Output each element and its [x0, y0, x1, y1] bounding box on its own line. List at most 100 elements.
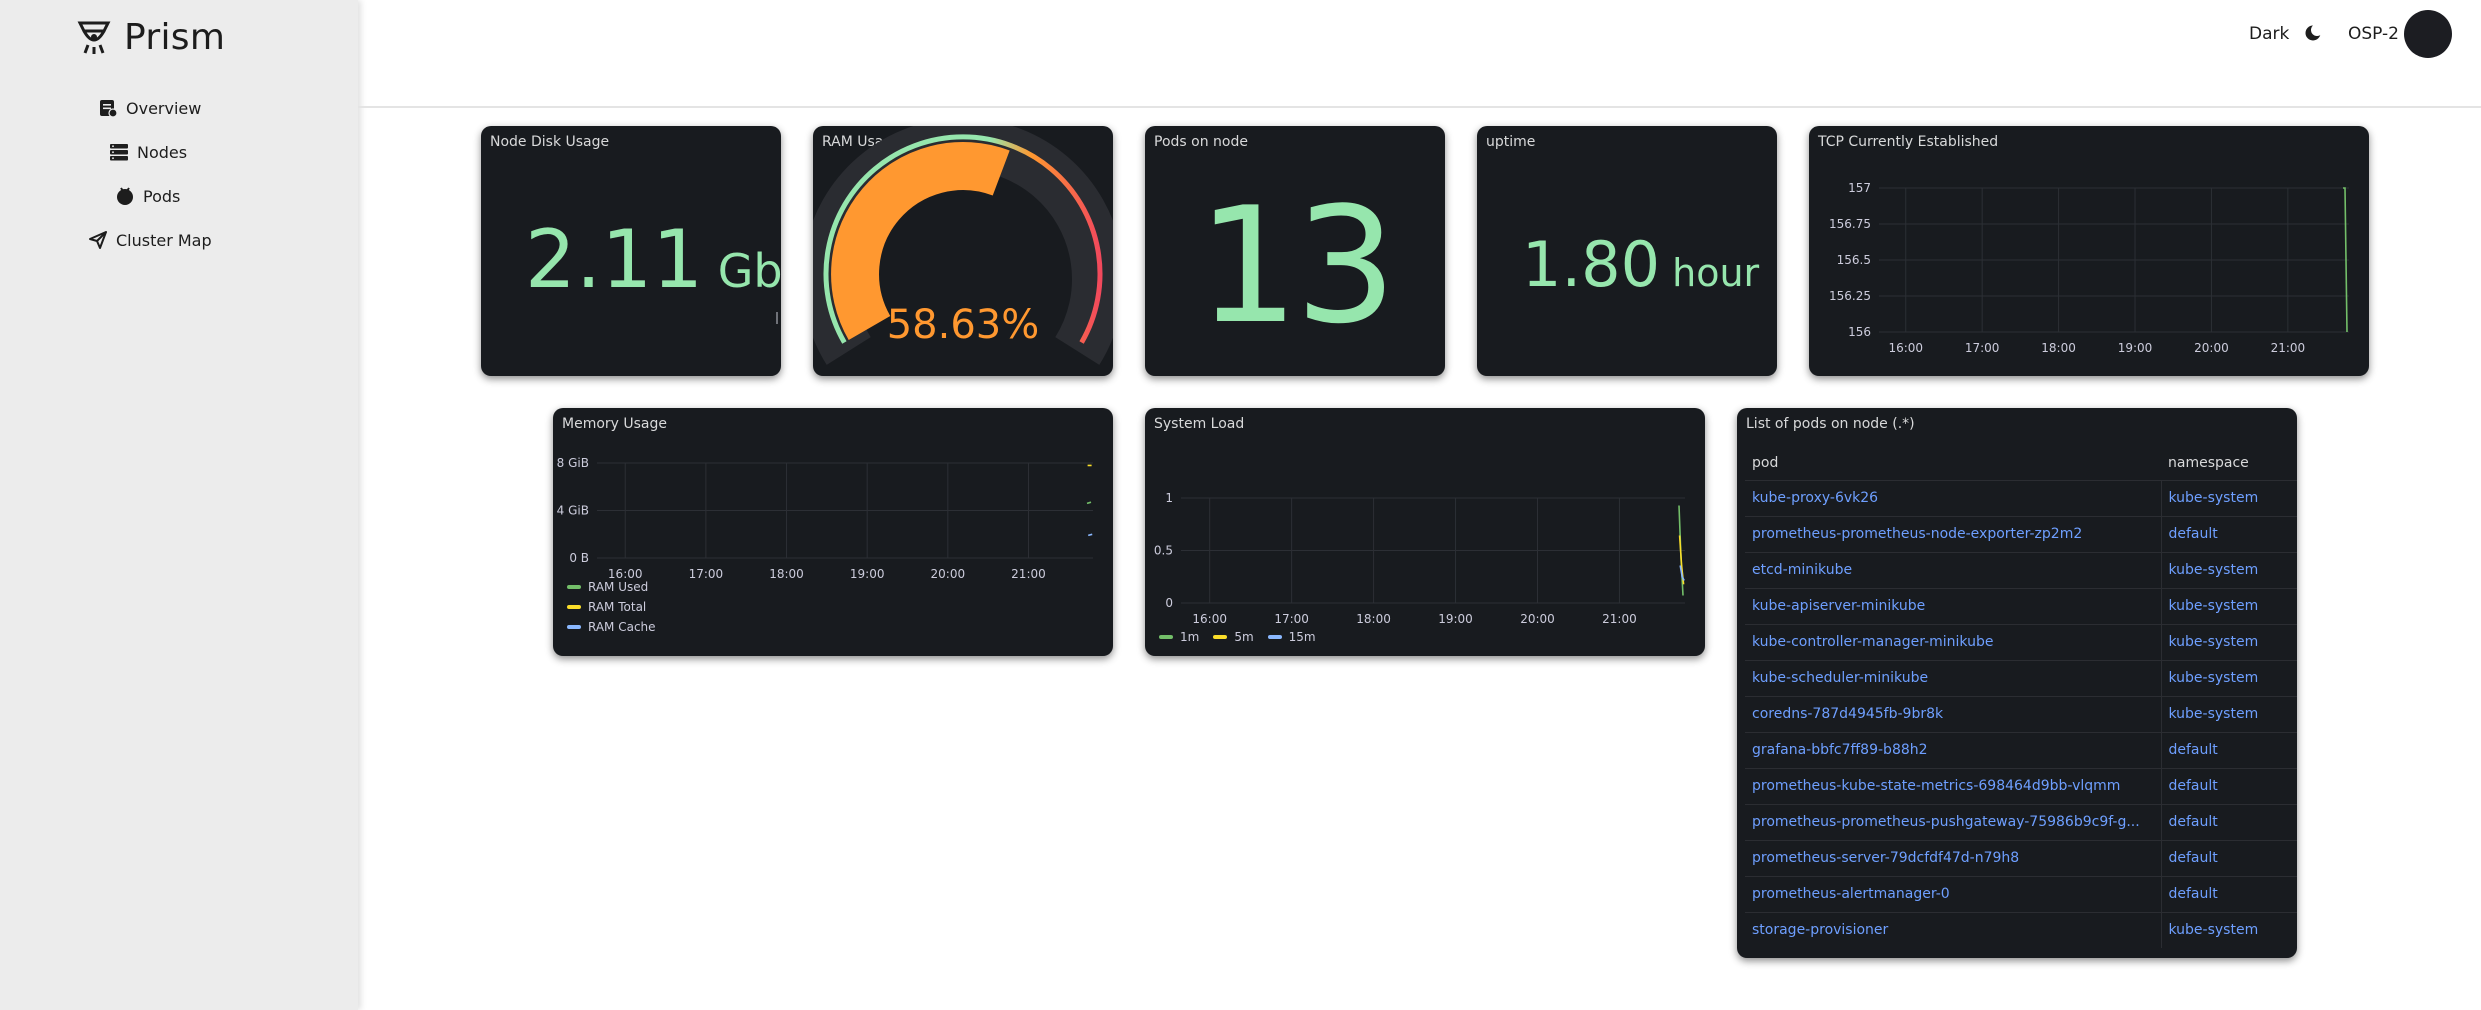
namespace-link[interactable]: default	[2160, 767, 2297, 804]
pod-name-link[interactable]: prometheus-prometheus-pushgateway-75986b…	[1745, 803, 2161, 840]
cluster-map-icon	[89, 231, 107, 249]
cluster-name[interactable]: OSP-2	[2348, 24, 2399, 44]
sidebar: Prism Overview Nodes Pods Cluster Map	[0, 0, 358, 1010]
stat-value: 1.80	[1522, 228, 1661, 301]
nav-item-cluster-map[interactable]: Cluster Map	[88, 230, 212, 250]
memory-legend: RAM Used RAM Total RAM Cache	[567, 580, 656, 634]
y-tick-label: 1	[1165, 491, 1173, 505]
namespace-link[interactable]: kube-system	[2160, 911, 2297, 948]
y-tick-label: 0 B	[569, 551, 589, 565]
y-tick-label: 8 GiB	[557, 456, 589, 470]
table-row: prometheus-prometheus-node-exporter-zp2m…	[1745, 515, 2297, 552]
brand[interactable]: Prism	[74, 14, 225, 60]
pod-name-link[interactable]: prometheus-alertmanager-0	[1745, 875, 2161, 912]
pod-name-link[interactable]: kube-scheduler-minikube	[1745, 659, 2161, 696]
series-line	[1086, 501, 1092, 505]
namespace-link[interactable]: kube-system	[2160, 659, 2297, 696]
legend-item[interactable]: RAM Cache	[567, 620, 656, 634]
pod-name-link[interactable]: coredns-787d4945fb-9br8k	[1745, 695, 2161, 732]
stat-unit: hour	[1672, 251, 1760, 295]
panel-tcp-established: TCP Currently Established 157 156.75 156.5…	[1809, 126, 2369, 376]
legend-swatch	[1159, 635, 1173, 639]
table-row: kube-proxy-6vk26 kube-system	[1745, 479, 2297, 516]
namespace-link[interactable]: default	[2160, 731, 2297, 768]
y-tick-label: 157	[1848, 181, 1871, 195]
top-bar	[358, 0, 2481, 108]
x-tick-label: 21:00	[1602, 612, 1637, 626]
legend-item[interactable]: 15m	[1267, 630, 1316, 644]
namespace-link[interactable]: kube-system	[2160, 479, 2297, 516]
column-header-namespace[interactable]: namespace	[2161, 446, 2297, 480]
namespace-link[interactable]: kube-system	[2160, 623, 2297, 660]
y-tick-label: 0	[1165, 596, 1173, 610]
disk-usage-stat: 2.11 Gb	[525, 220, 781, 311]
pod-name-link[interactable]: prometheus-server-79dcfdf47d-n79h8	[1745, 839, 2161, 876]
namespace-link[interactable]: kube-system	[2160, 695, 2297, 732]
panel-node-disk-usage: Node Disk Usage 2.11 Gb	[481, 126, 781, 376]
system-load-chart: 1 0.5 0 16:00 17:00 18:00 19:00 20:00 21:00	[1154, 491, 1685, 626]
pod-name-link[interactable]: kube-proxy-6vk26	[1745, 479, 2161, 516]
pods-icon	[117, 187, 133, 205]
table-row: prometheus-prometheus-pushgateway-75986b…	[1745, 803, 2297, 840]
legend-item[interactable]: 1m	[1159, 630, 1199, 644]
table-header-row: pod namespace	[1745, 446, 2297, 480]
pod-name-link[interactable]: prometheus-kube-state-metrics-698464d9bb…	[1745, 767, 2161, 804]
pod-name-link[interactable]: prometheus-prometheus-node-exporter-zp2m…	[1745, 515, 2161, 552]
table-row: kube-apiserver-minikube kube-system	[1745, 587, 2297, 624]
pod-name-link[interactable]: etcd-minikube	[1745, 551, 2161, 588]
theme-label[interactable]: Dark	[2249, 24, 2289, 44]
y-tick-label: 156.75	[1829, 217, 1871, 231]
legend-label: 5m	[1234, 630, 1254, 644]
legend-swatch	[567, 625, 581, 629]
namespace-link[interactable]: default	[2160, 803, 2297, 840]
x-tick-label: 17:00	[689, 567, 724, 581]
panel-pod-list: List of pods on node (.*) pod namespace …	[1737, 408, 2297, 958]
pod-name-link[interactable]: storage-provisioner	[1745, 911, 2161, 948]
x-tick-label: 21:00	[2271, 341, 2306, 355]
y-tick-label: 4 GiB	[557, 504, 589, 518]
pods-count-stat: 13	[1197, 172, 1397, 359]
avatar[interactable]	[2404, 10, 2452, 58]
moon-icon[interactable]	[2302, 22, 2324, 44]
panel-title: uptime	[1486, 134, 1536, 150]
x-tick-label: 20:00	[2194, 341, 2229, 355]
namespace-link[interactable]: default	[2160, 875, 2297, 912]
column-header-pod[interactable]: pod	[1745, 446, 2161, 480]
namespace-link[interactable]: kube-system	[2160, 587, 2297, 624]
nav-item-overview[interactable]: Overview	[98, 98, 201, 118]
x-tick-label: 16:00	[1192, 612, 1227, 626]
sparkline-mark	[776, 312, 778, 324]
pod-name-link[interactable]: kube-controller-manager-minikube	[1745, 623, 2161, 660]
legend-item[interactable]: 5m	[1213, 630, 1254, 644]
pod-name-link[interactable]: kube-apiserver-minikube	[1745, 587, 2161, 624]
overview-icon	[100, 100, 118, 118]
panel-title: Pods on node	[1154, 134, 1248, 150]
table-row: kube-scheduler-minikube kube-system	[1745, 659, 2297, 696]
ram-gauge: 58.63%	[813, 126, 1113, 365]
panel-memory-usage: Memory Usage 8 GiB 4 GiB 0 B 16:00 17:00 18:0…	[553, 408, 1113, 656]
uptime-stat: 1.80 hour	[1522, 234, 1759, 304]
x-tick-label: 20:00	[1520, 612, 1555, 626]
legend-swatch	[1213, 635, 1228, 639]
y-tick-label: 156.5	[1837, 253, 1871, 267]
legend-label: RAM Total	[588, 600, 647, 614]
stat-value: 2.11	[525, 213, 704, 306]
nav-label: Cluster Map	[116, 230, 212, 250]
namespace-link[interactable]: default	[2160, 839, 2297, 876]
panel-ram-usage: RAM Usage 58.63%	[813, 126, 1113, 376]
legend-item[interactable]: RAM Used	[567, 580, 656, 594]
namespace-link[interactable]: default	[2160, 515, 2297, 552]
pod-name-link[interactable]: grafana-bbfc7ff89-b88h2	[1745, 731, 2161, 768]
y-tick-label: 156.25	[1829, 289, 1871, 303]
legend-swatch	[567, 605, 581, 609]
y-tick-label: 156	[1848, 325, 1871, 339]
nav-item-pods[interactable]: Pods	[115, 186, 180, 206]
nav-item-nodes[interactable]: Nodes	[109, 142, 187, 162]
panel-system-load: System Load 1 0.5 0 16:00 17:00 18:00 19:00 20:…	[1145, 408, 1705, 656]
x-tick-label: 16:00	[608, 567, 643, 581]
legend-item[interactable]: RAM Total	[567, 600, 656, 614]
legend-swatch	[1267, 635, 1282, 639]
namespace-link[interactable]: kube-system	[2160, 551, 2297, 588]
panel-uptime: uptime 1.80 hour	[1477, 126, 1777, 376]
system-load-legend: 1m 5m 15m	[1159, 630, 1316, 644]
